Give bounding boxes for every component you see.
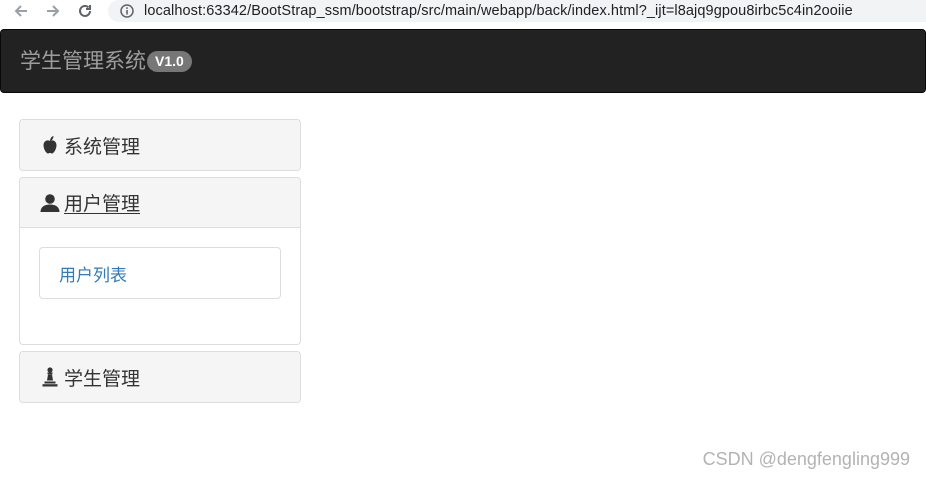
panel-heading-system[interactable]: 系统管理 bbox=[20, 120, 300, 170]
panel-student-management: 学生管理 bbox=[19, 351, 301, 403]
panel-heading-student[interactable]: 学生管理 bbox=[20, 352, 300, 402]
url-text: localhost:63342/BootStrap_ssm/bootstrap/… bbox=[144, 3, 853, 19]
panel-system-management: 系统管理 bbox=[19, 119, 301, 171]
info-icon[interactable] bbox=[118, 2, 136, 20]
version-badge: V1.0 bbox=[147, 51, 192, 72]
brand-title: 学生管理系统 bbox=[20, 49, 146, 73]
top-navbar: 学生管理系统 V1.0 bbox=[0, 29, 926, 93]
panel-title-user: 用户管理 bbox=[64, 193, 141, 215]
watermark: CSDN @dengfengling999 bbox=[702, 449, 910, 469]
panel-user-management: 用户管理 用户列表 bbox=[19, 177, 301, 345]
user-icon bbox=[40, 193, 60, 213]
panel-heading-user[interactable]: 用户管理 bbox=[20, 178, 300, 228]
back-arrow-icon[interactable] bbox=[10, 0, 32, 22]
reload-icon[interactable] bbox=[74, 0, 96, 22]
panel-body-user: 用户列表 bbox=[20, 228, 300, 344]
panel-title-system: 系统管理 bbox=[64, 135, 141, 158]
apple-icon bbox=[40, 135, 60, 155]
address-bar[interactable]: localhost:63342/BootStrap_ssm/bootstrap/… bbox=[108, 0, 926, 22]
brand[interactable]: 学生管理系统 V1.0 bbox=[20, 46, 192, 76]
browser-toolbar: localhost:63342/BootStrap_ssm/bootstrap/… bbox=[0, 0, 926, 22]
pawn-icon bbox=[40, 367, 60, 387]
user-list-link[interactable]: 用户列表 bbox=[39, 247, 281, 299]
forward-arrow-icon[interactable] bbox=[42, 0, 64, 22]
panel-title-student: 学生管理 bbox=[64, 367, 141, 390]
